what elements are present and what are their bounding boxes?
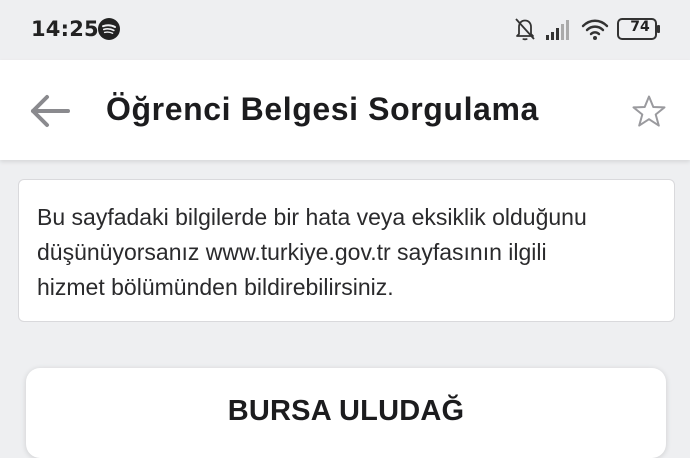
notice-line-1: Bu sayfadaki bilgilerde bir hata veya ek…: [37, 204, 587, 230]
arrow-left-icon: [31, 95, 70, 127]
university-name: BURSA ULUDAĞ: [227, 395, 465, 427]
wifi-icon: [581, 19, 609, 40]
notice-text: Bu sayfadaki bilgilerde bir hata veya ek…: [37, 200, 656, 305]
notice-line-3: hizmet bölümünden bildirebilirsiniz.: [37, 274, 394, 300]
app-bar: Öğrenci Belgesi Sorgulama: [0, 60, 690, 160]
signal-icon: [546, 20, 569, 40]
status-time: 14:25: [31, 17, 99, 41]
notice-card: Bu sayfadaki bilgilerde bir hata veya ek…: [18, 179, 675, 322]
status-bar: 14:25 74: [0, 0, 690, 60]
spotify-icon: [98, 18, 120, 40]
favorite-button[interactable]: [628, 92, 670, 132]
star-outline-icon: [632, 95, 666, 127]
notice-line-2: düşünüyorsanız www.turkiye.gov.tr sayfas…: [37, 239, 547, 265]
result-card: BURSA ULUDAĞ: [26, 368, 666, 458]
page-title: Öğrenci Belgesi Sorgulama: [106, 91, 539, 127]
back-button[interactable]: [24, 90, 74, 132]
mute-bell-icon: [515, 18, 535, 41]
battery-level: 74: [630, 19, 650, 35]
